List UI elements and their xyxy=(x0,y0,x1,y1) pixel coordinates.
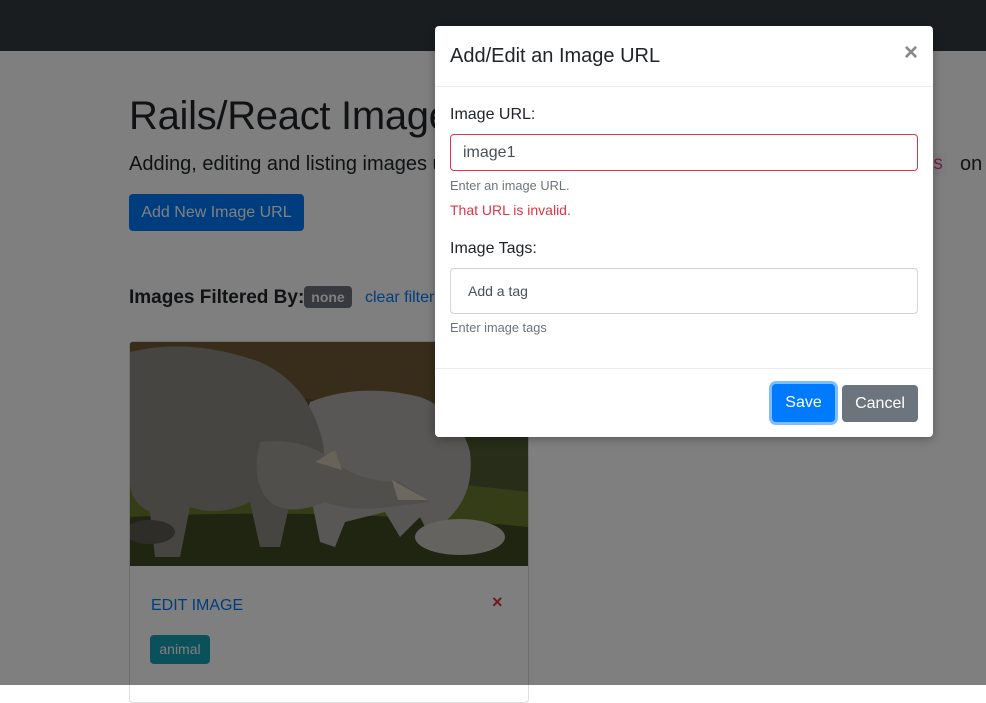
url-error-text: That URL is invalid. xyxy=(450,202,571,218)
modal-header: Add/Edit an Image URL × xyxy=(435,26,933,87)
tags-field[interactable] xyxy=(450,268,918,314)
url-label: Image URL: xyxy=(450,106,536,123)
close-icon[interactable]: × xyxy=(904,41,918,65)
image-url-input[interactable] xyxy=(450,134,918,171)
url-help-text: Enter an image URL. xyxy=(450,178,570,193)
tags-input[interactable] xyxy=(468,283,768,299)
edit-image-modal: Add/Edit an Image URL × Image URL: Enter… xyxy=(435,26,933,437)
modal-footer: Save Cancel xyxy=(435,368,933,438)
cancel-button[interactable]: Cancel xyxy=(842,385,918,422)
modal-title: Add/Edit an Image URL xyxy=(450,45,661,67)
tags-help-text: Enter image tags xyxy=(450,320,547,335)
save-button[interactable]: Save xyxy=(772,384,835,422)
tags-label: Image Tags: xyxy=(450,240,537,257)
